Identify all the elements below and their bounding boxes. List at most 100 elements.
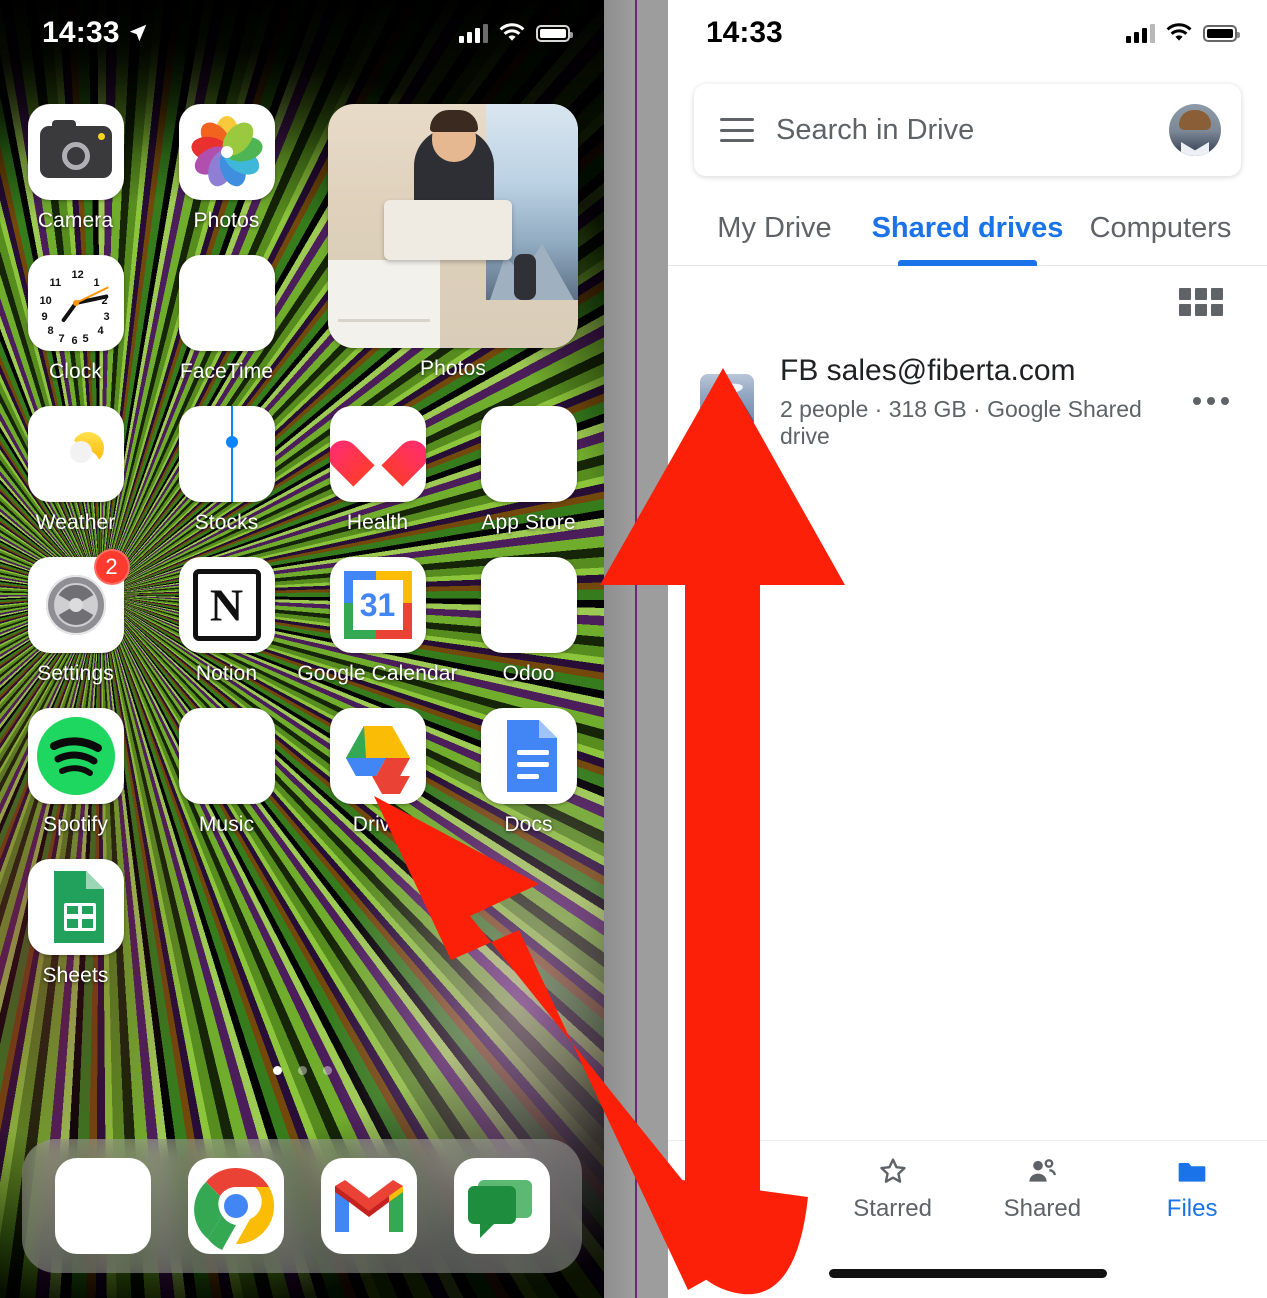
photos-widget[interactable]: Photos (328, 104, 578, 381)
search-input[interactable]: Search in Drive (776, 114, 1147, 147)
screenshot-root: 14:33 Camera Photos Photos 12 1 2 3 4 5 … (0, 0, 1267, 1298)
grid-view-icon[interactable] (1179, 288, 1223, 316)
weather-app-icon (27, 406, 124, 502)
chrome-app-icon[interactable] (187, 1158, 284, 1254)
drive-search-bar[interactable]: Search in Drive (694, 84, 1241, 176)
photos-widget-image (328, 104, 578, 348)
tab-my-drive[interactable]: My Drive (678, 198, 871, 265)
nav-label: Home (710, 1195, 775, 1222)
app-label: Spotify (43, 813, 108, 836)
app-icon-google-sheets[interactable]: Sheets (6, 859, 145, 988)
app-label: Weather (35, 511, 116, 534)
app-icon-spotify[interactable]: Spotify (6, 708, 145, 837)
home-icon (725, 1155, 761, 1187)
nav-item-starred[interactable]: Starred (818, 1155, 968, 1223)
nav-item-home[interactable]: Home (668, 1155, 818, 1223)
page-dot (322, 1066, 332, 1075)
page-dot (297, 1066, 307, 1075)
folder-icon (1174, 1155, 1210, 1187)
tab-computers[interactable]: Computers (1064, 198, 1257, 265)
settings-badge: 2 (93, 549, 130, 585)
wifi-icon (1166, 23, 1192, 41)
app-icon-settings[interactable]: 2 Settings (6, 549, 145, 686)
app-label: Google Calendar (297, 662, 458, 685)
app-icon-health[interactable]: Health (308, 406, 447, 535)
camera-app-icon (27, 104, 124, 200)
app-icon-google-docs[interactable]: Docs (459, 708, 598, 837)
phone-app-icon[interactable] (54, 1158, 151, 1254)
nav-label: Starred (853, 1195, 932, 1222)
calendar-day-number: 31 (359, 586, 396, 623)
app-store-app-icon (480, 406, 577, 502)
app-icon-app-store[interactable]: App Store (459, 406, 598, 535)
phone-status-indicators (459, 23, 573, 43)
iphone-home-screen: 14:33 Camera Photos Photos 12 1 2 3 4 5 … (0, 0, 604, 1298)
battery-icon (1203, 24, 1240, 42)
account-avatar[interactable] (1169, 104, 1221, 156)
app-icon-camera[interactable]: Camera (6, 104, 145, 233)
app-label: Drive (352, 813, 403, 836)
tab-shared-drives[interactable]: Shared drives (871, 198, 1064, 266)
app-icon-google-drive[interactable]: Drive (308, 708, 447, 837)
location-arrow-icon (129, 24, 146, 42)
google-calendar-app-icon: 31 (329, 557, 426, 653)
battery-icon (536, 24, 573, 42)
odoo-app-icon (480, 557, 577, 653)
page-indicator-dots[interactable] (0, 1066, 604, 1075)
music-app-icon (178, 708, 275, 804)
nav-item-shared[interactable]: Shared (968, 1155, 1118, 1223)
app-icon-facetime[interactable]: FaceTime (157, 255, 296, 384)
photos-app-icon (178, 104, 275, 200)
wifi-icon (499, 23, 525, 41)
cellular-signal-icon (1126, 23, 1155, 43)
gear-icon (45, 575, 106, 635)
page-dot (272, 1066, 282, 1075)
app-icon-clock[interactable]: 12 1 2 3 4 5 6 7 8 9 10 11 Clock (6, 255, 145, 384)
app-label: Clock (48, 360, 102, 383)
app-grid: Camera Photos Photos 12 1 2 3 4 5 6 7 8 … (0, 104, 604, 988)
app-icon-photos[interactable]: Photos (157, 104, 296, 233)
app-label: Sheets (42, 964, 109, 987)
list-item[interactable]: FB sales@fiberta.com 2 people · 318 GB ·… (668, 338, 1267, 464)
app-icon-google-calendar[interactable]: 31 Google Calendar (297, 557, 458, 686)
google-messages-app-icon[interactable] (453, 1158, 550, 1254)
phone-status-clock: 14:33 (42, 16, 149, 50)
app-icon-odoo[interactable]: Odoo (459, 557, 598, 686)
more-options-icon[interactable] (1189, 387, 1233, 415)
list-item-title: FB sales@fiberta.com (780, 354, 1076, 387)
app-label: Stocks (194, 511, 259, 534)
app-label: Settings (37, 662, 114, 685)
app-label: Music (198, 813, 255, 836)
divider-line (635, 0, 637, 1298)
app-label: App Store (481, 511, 576, 534)
drive-bottom-nav: Home Starred Shared Files (668, 1140, 1267, 1250)
app-label: Odoo (502, 662, 555, 685)
app-icon-notion[interactable]: Notion (157, 557, 296, 686)
hamburger-menu-icon[interactable] (720, 118, 754, 142)
shared-drives-list: FB sales@fiberta.com 2 people · 318 GB ·… (668, 338, 1267, 464)
drive-status-indicators (1126, 23, 1240, 43)
google-docs-app-icon (480, 708, 577, 804)
phone-status-bar: 14:33 (0, 0, 604, 66)
app-icon-weather[interactable]: Weather (6, 406, 145, 535)
stocks-app-icon (178, 406, 275, 502)
app-label: Docs (504, 813, 553, 836)
drive-tabs: My Drive Shared drives Computers (668, 198, 1267, 266)
cellular-signal-icon (459, 23, 488, 43)
spotify-app-icon (27, 708, 124, 804)
health-app-icon (329, 406, 426, 502)
facetime-app-icon (178, 255, 275, 351)
home-indicator (828, 1269, 1107, 1278)
drive-status-bar: 14:33 (668, 0, 1267, 66)
app-label: Photos (193, 209, 260, 232)
nav-item-files[interactable]: Files (1117, 1155, 1267, 1223)
app-icon-stocks[interactable]: Stocks (157, 406, 296, 535)
app-label: Camera (37, 209, 114, 232)
google-drive-app-icon (329, 708, 426, 804)
google-drive-app: 14:33 Search in Drive My Drive Shared dr… (668, 0, 1267, 1298)
gmail-app-icon[interactable] (320, 1158, 417, 1254)
app-label: Photos (420, 357, 486, 380)
list-item-text: FB sales@fiberta.com 2 people · 318 GB ·… (780, 352, 1163, 450)
app-icon-music[interactable]: Music (157, 708, 296, 837)
people-icon (1024, 1155, 1060, 1187)
